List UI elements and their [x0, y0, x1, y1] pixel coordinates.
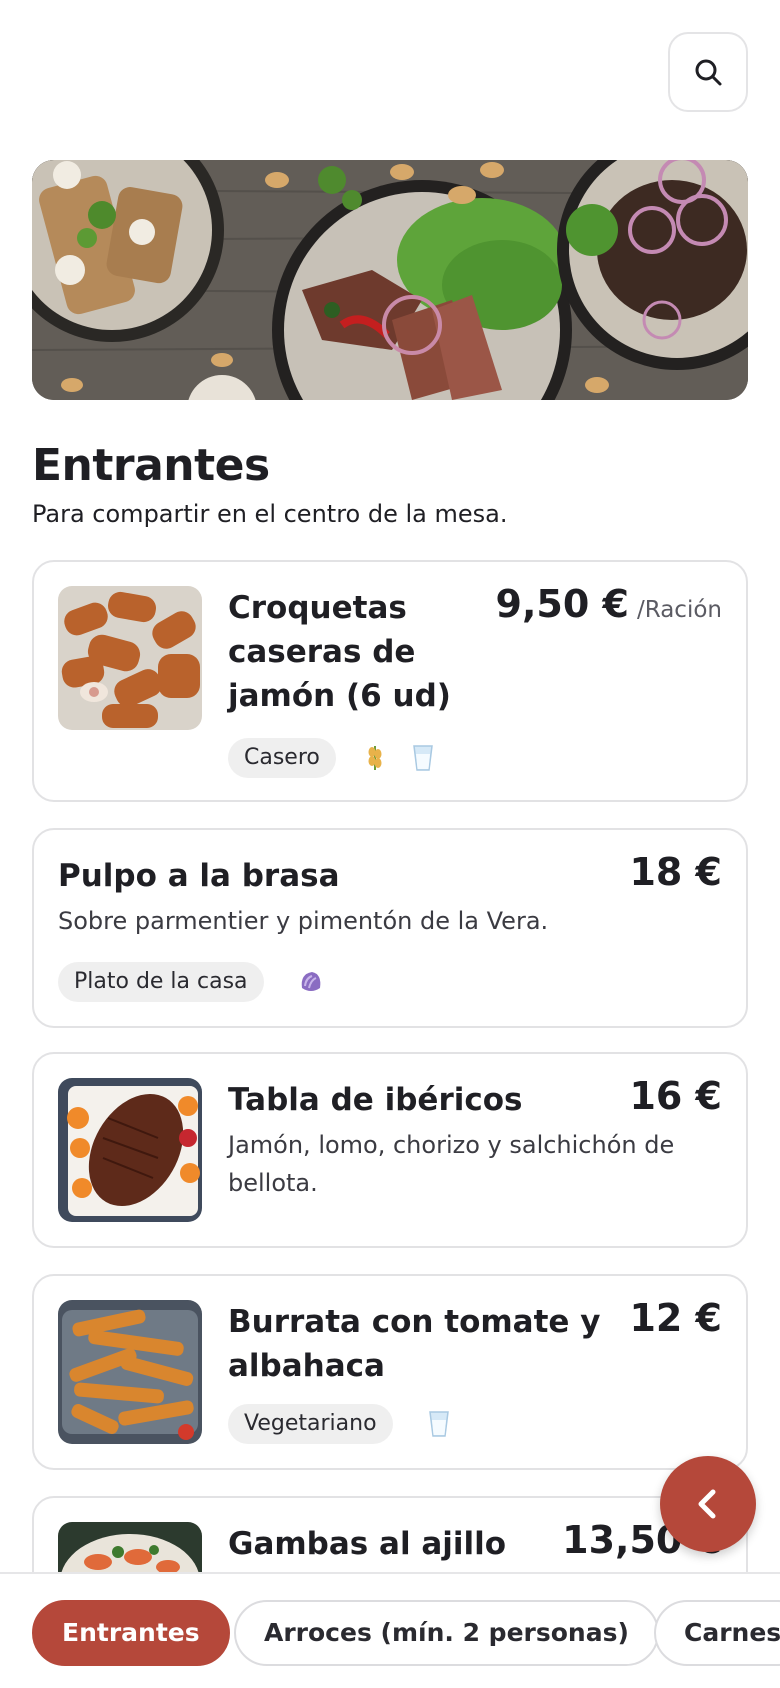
- back-fab-button[interactable]: [660, 1456, 756, 1552]
- item-description: Jamón, lomo, chorizo y salchichón de bel…: [228, 1131, 675, 1197]
- search-icon: [695, 59, 722, 86]
- section-subtitle: Para compartir en el centro de la mesa.: [32, 500, 508, 528]
- item-price: 12 €: [629, 1296, 722, 1340]
- milk-icon: [413, 745, 433, 771]
- category-tab-entrantes[interactable]: Entrantes: [32, 1600, 230, 1666]
- item-name: Gambas al ajillo: [228, 1526, 507, 1562]
- menu-item-pulpo[interactable]: Pulpo a la brasa 18 € Sobre parmentier y…: [32, 828, 748, 1028]
- category-tab-carnes[interactable]: Carnes: [654, 1600, 780, 1666]
- category-nav: Entrantes Arroces (mín. 2 personas) Carn…: [0, 1572, 780, 1688]
- section-title: Entrantes: [32, 440, 270, 491]
- chevron-left-icon: [698, 1489, 716, 1519]
- milk-icon: [429, 1411, 449, 1437]
- item-price: 16 €: [629, 1074, 722, 1118]
- hero-image: [32, 160, 748, 400]
- search-button[interactable]: [668, 32, 748, 112]
- category-tab-arroces[interactable]: Arroces (mín. 2 personas): [234, 1600, 659, 1666]
- menu-item-tabla-ibericos[interactable]: Tabla de ibéricos 16 € Jamón, lomo, chor…: [32, 1052, 748, 1248]
- item-name: Tabla de ibéricos: [228, 1082, 523, 1118]
- item-image: [58, 1078, 202, 1222]
- menu-item-burrata[interactable]: Burrata con tomate y albahaca 12 € Veget…: [32, 1274, 748, 1470]
- tag-vegetariano: Vegetariano: [228, 1404, 393, 1444]
- item-image: [58, 1300, 202, 1444]
- wheat-icon: [368, 746, 382, 770]
- item-name: Croquetas caseras de jamón (6 ud): [228, 590, 451, 714]
- item-image: [58, 586, 202, 730]
- item-unit: /Ración: [636, 597, 722, 623]
- item-price: 9,50 €/Ración: [495, 582, 722, 626]
- item-name: Pulpo a la brasa: [58, 858, 340, 894]
- item-price: 18 €: [629, 850, 722, 894]
- tag-plato-de-la-casa: Plato de la casa: [58, 962, 264, 1002]
- mollusc-icon: [301, 972, 321, 991]
- tag-casero: Casero: [228, 738, 336, 778]
- item-name: Burrata con tomate y albahaca: [228, 1304, 601, 1384]
- item-description: Sobre parmentier y pimentón de la Vera.: [58, 907, 549, 935]
- menu-item-croquetas[interactable]: Croquetas caseras de jamón (6 ud) 9,50 €…: [32, 560, 748, 802]
